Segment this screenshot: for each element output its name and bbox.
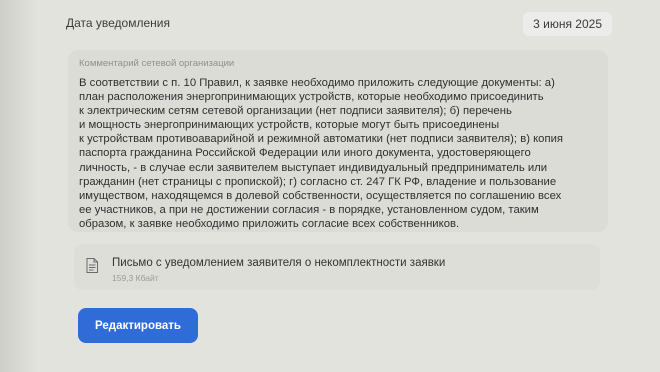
comment-line: личность, - в случае если заявителем выс… <box>79 161 548 174</box>
comment-caption: Комментарий сетевой организации <box>79 58 235 69</box>
attachment-size: 159,3 Кбайт <box>112 273 159 283</box>
comment-line: к устройствам противоаварийной и режимно… <box>79 133 563 146</box>
comment-line: гражданин (нет страницы с пропиской); г)… <box>79 175 557 188</box>
left-shadow <box>0 0 38 372</box>
document-icon <box>86 258 98 273</box>
notification-date-label: Дата уведомления <box>66 16 170 30</box>
comment-line: имуществом, находящемся в долевой собств… <box>79 189 562 202</box>
comment-line: образом, к заявке необходимо приложить с… <box>79 217 460 230</box>
comment-line: В соответствии с п. 10 Правил, к заявке … <box>79 77 555 89</box>
comment-line: паспорта гражданина Российской Федерации… <box>79 147 531 160</box>
comment-line: к электрическим сетям сетевой организаци… <box>79 105 512 118</box>
notification-date-value: 3 июня 2025 <box>523 12 612 36</box>
attachment-title[interactable]: Письмо с уведомлением заявителя о некомп… <box>112 257 445 269</box>
screen: Дата уведомления 3 июня 2025 Комментарий… <box>0 0 660 372</box>
notification-date-row: Дата уведомления 3 июня 2025 <box>66 12 612 40</box>
comment-card: Комментарий сетевой организации В соотве… <box>68 50 608 232</box>
edit-button[interactable]: Редактировать <box>78 308 198 343</box>
comment-line: ее участников, а при не достижении согла… <box>79 203 539 216</box>
comment-line: план расположения энергопринимающих устр… <box>79 91 544 104</box>
comment-line: и мощность энергопринимающих устройств, … <box>79 119 500 132</box>
attachment-item[interactable]: Письмо с уведомлением заявителя о некомп… <box>74 244 600 290</box>
